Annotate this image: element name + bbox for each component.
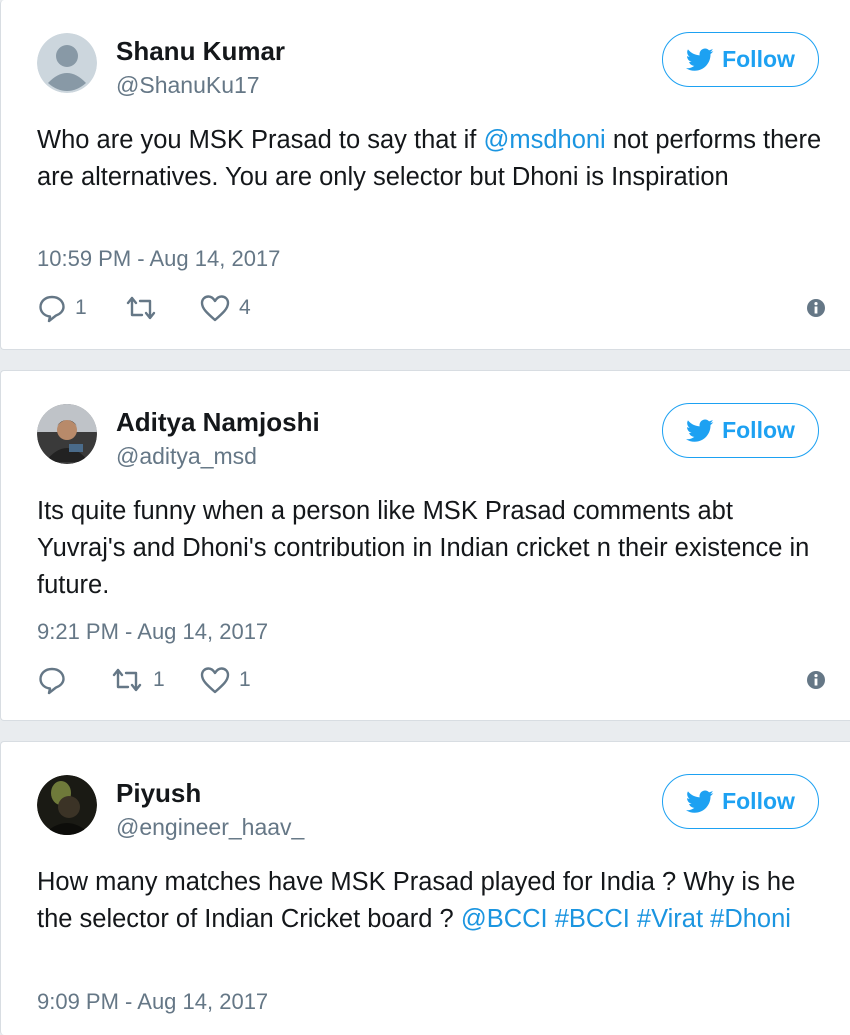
tweet-text: Its quite funny when a person like MSK P… <box>37 493 827 604</box>
like-button[interactable]: 1 <box>199 663 251 697</box>
tweet-actions: 1 4 <box>37 291 827 325</box>
tweet-text-part: Who are you MSK Prasad to say that if <box>37 126 484 154</box>
user-photo-icon <box>37 775 97 835</box>
retweet-button[interactable] <box>123 291 167 325</box>
reply-count: 1 <box>75 296 87 319</box>
info-icon[interactable] <box>805 297 827 319</box>
follow-button[interactable]: Follow <box>662 32 819 87</box>
avatar[interactable] <box>37 404 97 464</box>
tweet-timestamp[interactable]: 10:59 PM - Aug 14, 2017 <box>37 246 280 272</box>
user-name[interactable]: Shanu Kumar <box>116 36 285 67</box>
user-handle[interactable]: @engineer_haav_ <box>116 814 304 841</box>
mention-link[interactable]: @msdhoni <box>483 126 605 154</box>
tweet-timestamp[interactable]: 9:09 PM - Aug 14, 2017 <box>37 989 268 1015</box>
hashtag-links[interactable]: @BCCI #BCCI #Virat #Dhoni <box>461 905 791 933</box>
follow-label: Follow <box>722 417 795 443</box>
twitter-bird-icon <box>686 418 714 442</box>
info-icon[interactable] <box>805 669 827 691</box>
retweet-icon <box>126 296 156 320</box>
like-count: 1 <box>239 668 251 691</box>
follow-button[interactable]: Follow <box>662 774 819 829</box>
follow-button[interactable]: Follow <box>662 403 819 458</box>
user-photo-icon <box>37 404 97 464</box>
tweet-text: How many matches have MSK Prasad played … <box>37 864 827 938</box>
user-handle[interactable]: @ShanuKu17 <box>116 72 260 99</box>
tweet-card: Piyush @engineer_haav_ Follow How many m… <box>0 741 850 1035</box>
follow-label: Follow <box>722 46 795 72</box>
reply-button[interactable] <box>37 663 75 697</box>
user-handle[interactable]: @aditya_msd <box>116 443 257 470</box>
tweet-actions: 1 1 <box>37 663 827 697</box>
tweet-card: Shanu Kumar @ShanuKu17 Follow Who are yo… <box>0 0 850 350</box>
follow-label: Follow <box>722 788 795 814</box>
tweet-card: Aditya Namjoshi @aditya_msd Follow Its q… <box>0 370 850 721</box>
heart-icon <box>200 667 230 694</box>
reply-button[interactable]: 1 <box>37 291 87 325</box>
avatar[interactable] <box>37 33 97 93</box>
reply-icon <box>39 667 65 695</box>
reply-icon <box>39 295 65 323</box>
tweet-text-part: Its quite funny when a person like MSK P… <box>37 497 810 599</box>
retweet-button[interactable]: 1 <box>109 663 165 697</box>
default-avatar-icon <box>37 33 97 93</box>
avatar[interactable] <box>37 775 97 835</box>
user-name[interactable]: Piyush <box>116 778 201 809</box>
like-count: 4 <box>239 296 251 319</box>
retweet-icon <box>112 668 142 692</box>
tweet-text: Who are you MSK Prasad to say that if @m… <box>37 122 827 196</box>
twitter-bird-icon <box>686 789 714 813</box>
retweet-count: 1 <box>153 668 165 691</box>
tweet-timestamp[interactable]: 9:21 PM - Aug 14, 2017 <box>37 619 268 645</box>
heart-icon <box>200 295 230 322</box>
like-button[interactable]: 4 <box>199 291 251 325</box>
user-name[interactable]: Aditya Namjoshi <box>116 407 320 438</box>
twitter-bird-icon <box>686 47 714 71</box>
